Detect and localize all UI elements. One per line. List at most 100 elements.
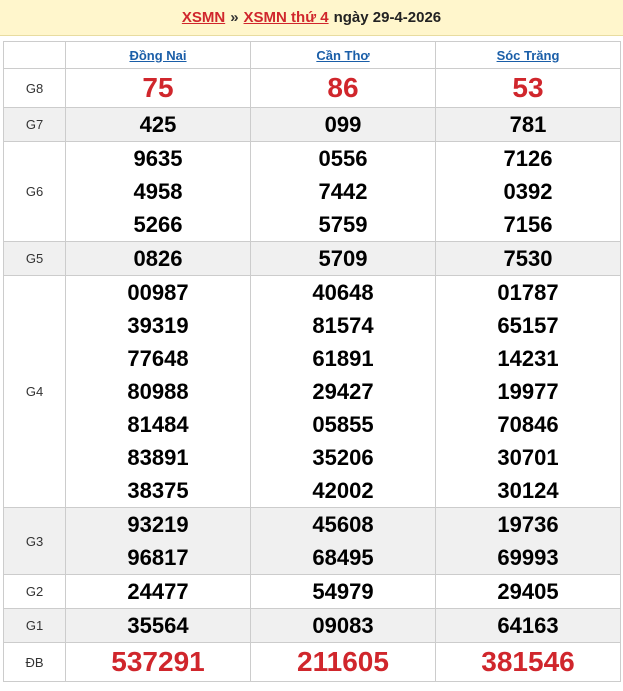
province-link-soc-trang[interactable]: Sóc Trăng xyxy=(497,48,560,63)
prize-cell: 5709 xyxy=(250,241,436,276)
prize-label: G7 xyxy=(3,107,66,142)
prize-number: 381546 xyxy=(481,646,575,677)
province-link-can-tho[interactable]: Cần Thơ xyxy=(316,48,369,63)
prize-number: 83891 xyxy=(127,445,189,470)
prize-number: 75 xyxy=(142,72,174,103)
prize-number: 81574 xyxy=(312,313,374,338)
prize-number: 0826 xyxy=(133,246,183,271)
prize-row-g8: G8 75 86 53 xyxy=(3,68,621,108)
prize-number: 29427 xyxy=(312,379,374,404)
prize-label: G5 xyxy=(3,241,66,276)
prize-cell: 75 xyxy=(65,68,251,108)
prize-number: 65157 xyxy=(497,313,559,338)
prize-number: 42002 xyxy=(312,478,374,503)
prize-number: 30124 xyxy=(497,478,559,503)
prize-number: 7126 xyxy=(503,146,553,171)
prize-cell: 09083 xyxy=(250,608,436,643)
prize-number: 19977 xyxy=(497,379,559,404)
prize-number: 00987 xyxy=(127,280,189,305)
xsmn-link[interactable]: XSMN xyxy=(182,9,225,26)
prize-number: 5709 xyxy=(318,246,368,271)
results-body: G8 75 86 53 G7 425 099 781 G6 9635 4958 5266 0556 744… xyxy=(3,68,621,682)
prize-cell: 93219 96817 xyxy=(65,507,251,575)
prize-row-g3: G3 93219 96817 45608 68495 19736 69993 xyxy=(3,507,621,575)
prize-row-g7: G7 425 099 781 xyxy=(3,107,621,142)
prize-cell: 01787 65157 14231 19977 70846 30701 30124 xyxy=(435,275,621,508)
prize-number: 38375 xyxy=(127,478,189,503)
prize-cell: 7126 0392 7156 xyxy=(435,141,621,242)
results-table: Đồng Nai Cần Thơ Sóc Trăng G8 75 86 53 G7 425… xyxy=(3,41,621,682)
prize-number: 7156 xyxy=(503,212,553,237)
province-header: Cần Thơ xyxy=(250,41,436,69)
prize-number: 537291 xyxy=(111,646,205,677)
prize-number: 53 xyxy=(512,72,544,103)
prize-number: 19736 xyxy=(497,512,559,537)
prize-label: G3 xyxy=(3,507,66,575)
prize-cell: 00987 39319 77648 80988 81484 83891 38375 xyxy=(65,275,251,508)
prize-label: G2 xyxy=(3,574,66,609)
prize-number: 61891 xyxy=(312,346,374,371)
prize-label: G8 xyxy=(3,68,66,108)
prize-cell: 7530 xyxy=(435,241,621,276)
prize-number: 0392 xyxy=(503,179,553,204)
prize-label: G6 xyxy=(3,141,66,242)
prize-number: 0556 xyxy=(318,146,368,171)
prize-cell: 211605 xyxy=(250,642,436,682)
prize-number: 01787 xyxy=(497,280,559,305)
prize-number: 45608 xyxy=(312,512,374,537)
province-link-dong-nai[interactable]: Đồng Nai xyxy=(129,48,186,63)
prize-row-g5: G5 0826 5709 7530 xyxy=(3,241,621,276)
draw-date: ngày 29-4-2026 xyxy=(333,9,442,26)
prize-number: 9635 xyxy=(133,146,183,171)
prize-cell: 86 xyxy=(250,68,436,108)
prize-number: 29405 xyxy=(497,579,559,604)
prize-number: 70846 xyxy=(497,412,559,437)
prize-cell: 53 xyxy=(435,68,621,108)
prize-row-g6: G6 9635 4958 5266 0556 7442 5759 7126 0392 7156 xyxy=(3,141,621,242)
prize-cell: 40648 81574 61891 29427 05855 35206 42002 xyxy=(250,275,436,508)
prize-number: 24477 xyxy=(127,579,189,604)
prize-number: 39319 xyxy=(127,313,189,338)
prize-number: 77648 xyxy=(127,346,189,371)
prize-cell: 381546 xyxy=(435,642,621,682)
prize-cell: 0556 7442 5759 xyxy=(250,141,436,242)
prize-number: 40648 xyxy=(312,280,374,305)
prize-cell: 425 xyxy=(65,107,251,142)
prize-number: 64163 xyxy=(497,613,559,638)
prize-row-g1: G1 35564 09083 64163 xyxy=(3,608,621,643)
prize-number: 86 xyxy=(327,72,359,103)
prize-cell: 19736 69993 xyxy=(435,507,621,575)
province-header: Sóc Trăng xyxy=(435,41,621,69)
prize-label: ĐB xyxy=(3,642,66,682)
prize-number: 81484 xyxy=(127,412,189,437)
prize-cell: 45608 68495 xyxy=(250,507,436,575)
prize-cell: 29405 xyxy=(435,574,621,609)
breadcrumb-separator: » xyxy=(230,9,239,26)
prize-number: 14231 xyxy=(497,346,559,371)
prize-number: 69993 xyxy=(497,545,559,570)
prize-number: 35206 xyxy=(312,445,374,470)
table-corner xyxy=(3,41,66,69)
prize-cell: 24477 xyxy=(65,574,251,609)
province-header: Đồng Nai xyxy=(65,41,251,69)
prize-number: 93219 xyxy=(127,512,189,537)
prize-row-g2: G2 24477 54979 29405 xyxy=(3,574,621,609)
prize-number: 35564 xyxy=(127,613,189,638)
prize-cell: 537291 xyxy=(65,642,251,682)
prize-number: 5266 xyxy=(133,212,183,237)
prize-number: 68495 xyxy=(312,545,374,570)
prize-cell: 64163 xyxy=(435,608,621,643)
prize-number: 211605 xyxy=(297,646,389,677)
prize-cell: 35564 xyxy=(65,608,251,643)
prize-cell: 781 xyxy=(435,107,621,142)
prize-number: 54979 xyxy=(312,579,374,604)
prize-number: 7442 xyxy=(318,179,368,204)
prize-number: 5759 xyxy=(318,212,368,237)
prize-number: 7530 xyxy=(503,246,553,271)
xsmn-thu4-link[interactable]: XSMN thứ 4 xyxy=(244,9,329,26)
prize-number: 80988 xyxy=(127,379,189,404)
prize-cell: 0826 xyxy=(65,241,251,276)
prize-label: G4 xyxy=(3,275,66,508)
prize-number: 30701 xyxy=(497,445,559,470)
prize-number: 781 xyxy=(509,112,547,137)
